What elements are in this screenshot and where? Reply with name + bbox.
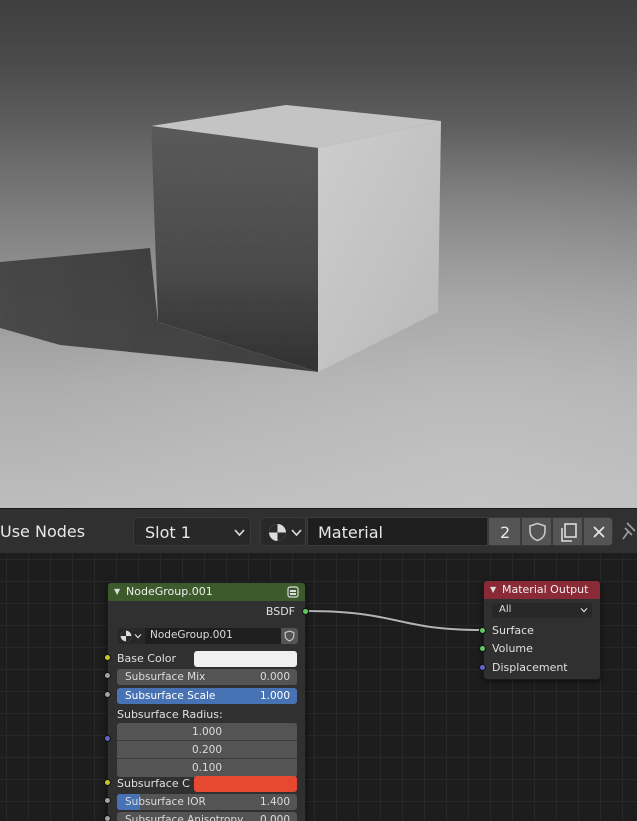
subsurface-radius-x[interactable]: 1.000 (117, 723, 297, 741)
subsurface-mix-value: 0.000 (259, 671, 290, 683)
subsurface-scale-field[interactable]: Subsurface Scale 1.000 (117, 688, 297, 704)
user-count-button[interactable]: 2 (488, 517, 521, 546)
subsurface-anisotropy-value: 0.000 (259, 814, 290, 821)
target-dropdown[interactable]: All (492, 603, 592, 618)
subsurface-radius-label: Subsurface Radius: (117, 708, 223, 721)
subsurface-anisotropy-label: Subsurface Anisotropy (125, 814, 244, 821)
pin-icon[interactable] (622, 522, 637, 542)
slot-label: Slot 1 (145, 523, 191, 542)
viewport-render[interactable] (0, 0, 637, 508)
node-group-name-field[interactable]: NodeGroup.001 (145, 628, 281, 644)
node-group-datablock-name: NodeGroup.001 (150, 629, 233, 641)
subsurface-ior-field[interactable]: Subsurface IOR 1.400 (117, 794, 297, 810)
displacement-input-socket[interactable] (479, 664, 486, 671)
base-color-label: Base Color (117, 652, 177, 665)
subsurface-scale-socket[interactable] (104, 691, 111, 698)
chevron-down-icon (134, 633, 142, 639)
material-output-node[interactable]: ▼ Material Output All Surface Volume Dis… (483, 580, 601, 680)
subsurface-mix-field[interactable]: Subsurface Mix 0.000 (117, 669, 297, 685)
subsurface-anisotropy-field[interactable]: Subsurface Anisotropy 0.000 (117, 812, 297, 821)
bsdf-output-socket[interactable] (302, 608, 309, 615)
node-group-header[interactable]: ▼ NodeGroup.001 (108, 583, 305, 601)
subsurface-mix-socket[interactable] (104, 672, 111, 679)
chevron-down-icon (580, 607, 588, 613)
user-count: 2 (500, 523, 511, 542)
collapse-arrow-icon[interactable]: ▼ (114, 583, 120, 601)
fake-user-shield-icon (529, 522, 546, 542)
chevron-down-icon (234, 529, 245, 537)
subsurface-radius-z[interactable]: 0.100 (117, 759, 297, 777)
subsurface-radius-y[interactable]: 0.200 (117, 741, 297, 759)
use-nodes-label[interactable]: Use Nodes (0, 522, 85, 541)
bsdf-output-label: BSDF (265, 605, 295, 618)
subsurface-color-swatch[interactable] (194, 776, 297, 792)
unlink-material-button[interactable] (583, 517, 613, 546)
material-name-field[interactable]: Material (307, 517, 488, 546)
slot-dropdown[interactable]: Slot 1 (133, 517, 251, 546)
material-name: Material (318, 523, 383, 542)
surface-input-label: Surface (492, 624, 534, 637)
browse-material-button[interactable] (260, 517, 306, 546)
render-preview (0, 0, 637, 508)
duplicate-material-button[interactable] (552, 517, 583, 546)
surface-input-socket[interactable] (479, 627, 486, 634)
base-color-socket[interactable] (104, 654, 111, 661)
volume-input-label: Volume (492, 642, 533, 655)
material-sphere-icon (120, 630, 132, 642)
node-group-title: NodeGroup.001 (126, 585, 213, 598)
node-group-fake-user-button[interactable] (281, 628, 298, 644)
fake-user-shield-icon (284, 630, 295, 642)
fake-user-button[interactable] (521, 517, 552, 546)
material-output-header[interactable]: ▼ Material Output (484, 581, 600, 599)
subsurface-color-label: Subsurface C (117, 777, 190, 790)
node-editor-canvas[interactable]: ▼ NodeGroup.001 BSDF NodeGroup.001 Base … (0, 553, 637, 821)
volume-input-socket[interactable] (479, 645, 486, 652)
browse-node-group-button[interactable] (117, 628, 146, 644)
node-group-node[interactable]: ▼ NodeGroup.001 BSDF NodeGroup.001 Base … (107, 582, 306, 821)
node-group-icon[interactable] (287, 586, 299, 598)
base-color-swatch[interactable] (194, 651, 297, 667)
subsurface-ior-label: Subsurface IOR (125, 796, 206, 808)
subsurface-scale-value: 1.000 (259, 690, 290, 702)
subsurface-anisotropy-socket[interactable] (104, 815, 111, 821)
subsurface-color-socket[interactable] (104, 779, 111, 786)
material-output-title: Material Output (502, 583, 589, 596)
collapse-arrow-icon[interactable]: ▼ (490, 581, 496, 599)
subsurface-ior-value: 1.400 (259, 796, 290, 808)
subsurface-scale-label: Subsurface Scale (125, 690, 216, 702)
duplicate-icon (561, 523, 577, 542)
node-editor-header: Use Nodes Slot 1 Material 2 (0, 508, 637, 553)
target-value: All (499, 604, 512, 615)
close-icon (593, 526, 605, 538)
subsurface-radius-socket[interactable] (104, 735, 111, 742)
subsurface-ior-socket[interactable] (104, 797, 111, 804)
chevron-down-icon (291, 529, 302, 537)
material-sphere-icon (269, 524, 286, 541)
displacement-input-label: Displacement (492, 661, 568, 674)
subsurface-mix-label: Subsurface Mix (125, 671, 206, 683)
